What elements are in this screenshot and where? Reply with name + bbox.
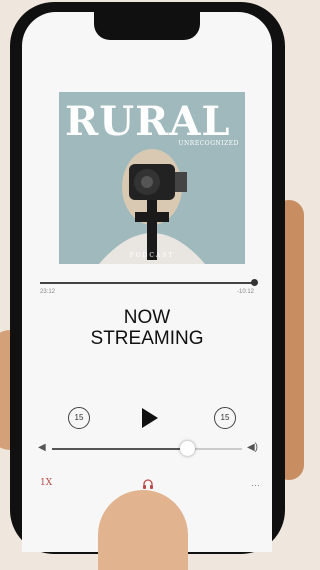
play-button[interactable] xyxy=(142,408,158,428)
title-line-1: NOW xyxy=(123,307,171,328)
progress-fill xyxy=(40,282,254,284)
headphones-icon[interactable] xyxy=(142,478,154,490)
episode-title: NOW STREAMING xyxy=(22,307,272,349)
rewind-15-icon: 15 xyxy=(68,407,90,429)
remaining-time: -10:12 xyxy=(236,289,254,295)
elapsed-time: 23:12 xyxy=(40,289,56,295)
forward-15-icon: 15 xyxy=(214,407,236,429)
title-line-2: STREAMING xyxy=(90,328,204,349)
thumb xyxy=(98,490,188,570)
skip-forward-button[interactable]: 15 xyxy=(214,407,236,429)
skip-back-button[interactable]: 15 xyxy=(68,407,90,429)
player-screen: RURAL UNRECOGNIZED PODCAST 23:12 -10:12 … xyxy=(22,12,272,552)
volume-knob[interactable] xyxy=(179,441,195,456)
volume-low-icon: ◀ xyxy=(38,442,46,453)
progress-bar[interactable] xyxy=(40,279,258,286)
more-options-button[interactable]: … xyxy=(251,478,260,488)
volume-slider[interactable] xyxy=(52,441,242,456)
cover-tag: PODCAST xyxy=(129,252,175,259)
playback-speed-button[interactable]: 1X xyxy=(40,478,52,488)
progress-knob[interactable] xyxy=(251,279,258,286)
phone-notch xyxy=(94,12,200,40)
camera-person-illustration xyxy=(99,149,205,264)
volume-fill xyxy=(52,448,187,450)
podcast-cover-art: RURAL UNRECOGNIZED PODCAST xyxy=(59,92,245,264)
volume-high-icon: ◀) xyxy=(246,442,258,453)
